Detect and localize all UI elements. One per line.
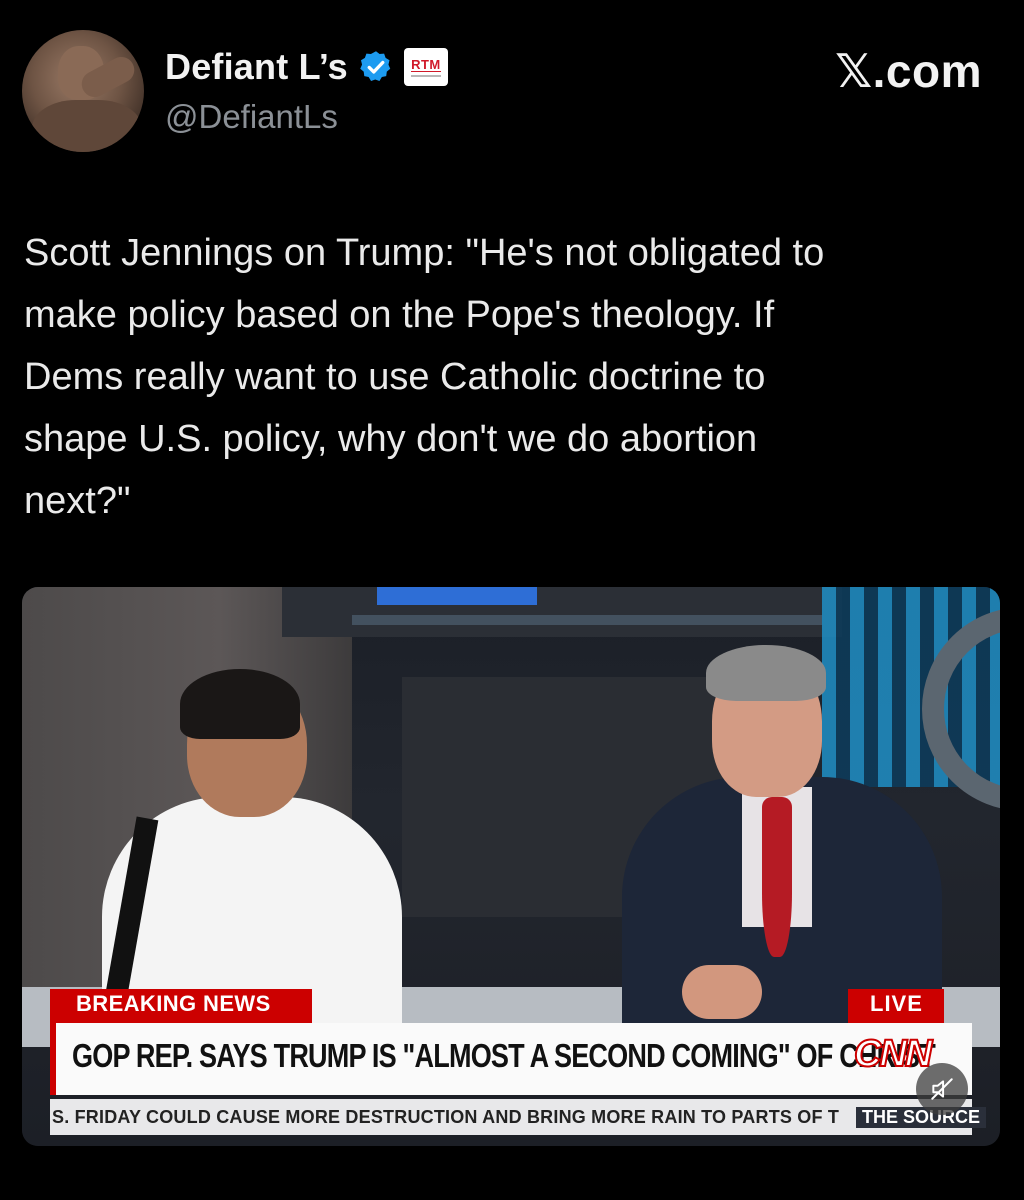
- affiliate-badge[interactable]: RTM: [403, 48, 448, 86]
- affiliate-badge-subline: [410, 74, 441, 77]
- host-hair: [706, 645, 826, 701]
- host-hands: [682, 965, 762, 1019]
- ticker-text: S. FRIDAY COULD CAUSE MORE DESTRUCTION A…: [52, 1107, 840, 1127]
- display-name[interactable]: Defiant L’s: [165, 46, 348, 88]
- avatar-figure-body: [32, 100, 142, 152]
- studio-screen: [377, 587, 537, 605]
- muted-speaker-icon[interactable]: [916, 1063, 968, 1115]
- breaking-news-label: BREAKING NEWS: [76, 991, 271, 1016]
- user-handle[interactable]: @DefiantLs: [165, 98, 338, 136]
- author-row: Defiant L’s RTM: [165, 46, 448, 88]
- studio-ceiling: [282, 587, 842, 637]
- live-label: LIVE: [870, 991, 923, 1016]
- mute-glyph: [931, 1078, 953, 1100]
- guest-hair: [180, 669, 300, 739]
- host-tie: [762, 797, 792, 957]
- tweet-text: Scott Jennings on Trump: "He's not oblig…: [24, 232, 825, 522]
- affiliate-badge-label: RTM: [411, 56, 441, 72]
- avatar[interactable]: [22, 30, 144, 152]
- ticker-source: THE SOURCE: [856, 1107, 987, 1128]
- chyron-headline: GOP REP. SAYS TRUMP IS "ALMOST A SECOND …: [72, 1037, 936, 1074]
- verified-badge-icon: [360, 51, 391, 81]
- network-logo: CNN: [853, 1032, 933, 1076]
- video-player[interactable]: BREAKING NEWS LIVE GOP REP. SAYS TRUMP I…: [22, 587, 1000, 1146]
- brand-logo: 𝕏.com: [835, 45, 982, 97]
- studio-lights: [352, 615, 822, 625]
